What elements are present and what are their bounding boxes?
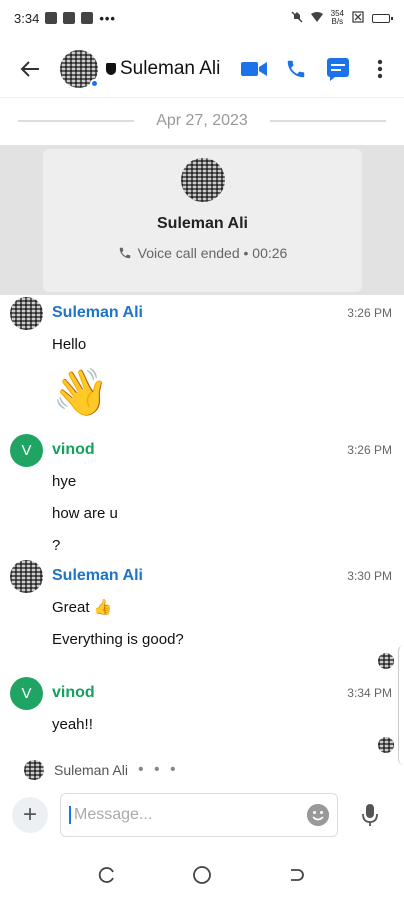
sender-name[interactable]: vinod	[52, 441, 95, 459]
sender-name[interactable]: Suleman Ali	[52, 304, 143, 322]
call-status: Voice call ended • 00:26	[118, 245, 288, 261]
recent-apps-button[interactable]	[95, 863, 119, 887]
message-time: 3:26 PM	[347, 306, 392, 320]
call-status-text: Voice call ended • 00:26	[137, 245, 288, 261]
typing-avatar	[24, 760, 44, 780]
voice-message-button[interactable]	[356, 797, 384, 833]
message-text[interactable]: Everything is good?	[0, 624, 404, 656]
chat-details-button[interactable]	[324, 55, 352, 83]
sender-name[interactable]: vinod	[52, 684, 95, 702]
message-text[interactable]: ?	[0, 530, 404, 562]
more-vertical-icon	[377, 59, 383, 78]
phone-icon	[119, 247, 130, 259]
message-icon	[327, 57, 349, 81]
network-speed: 354 B/s	[331, 10, 344, 26]
voice-call-button[interactable]	[282, 55, 310, 83]
system-back-icon	[290, 869, 304, 881]
more-options-button[interactable]	[366, 55, 394, 83]
status-bar: 3:34 ••• 354 B/s	[0, 0, 404, 36]
message-group: V vinod 3:34 PM yeah!!	[0, 676, 404, 741]
message-input-box[interactable]	[60, 793, 338, 837]
date-divider: Apr 27, 2023	[18, 112, 386, 130]
avatar[interactable]	[10, 296, 43, 330]
chat-header: Suleman Ali	[0, 40, 404, 98]
message-text[interactable]: yeah!!	[0, 709, 404, 741]
system-back-button[interactable]	[285, 863, 309, 887]
emoji-button[interactable]	[307, 804, 329, 826]
divider-line	[18, 120, 135, 122]
message-composer: +	[0, 793, 404, 837]
battery-icon	[372, 13, 393, 23]
home-circle-icon	[193, 866, 211, 884]
back-arrow-icon	[20, 60, 39, 77]
back-button[interactable]	[10, 49, 50, 89]
network-speed-unit: B/s	[331, 17, 344, 26]
scroll-handle[interactable]	[398, 645, 404, 765]
avatar[interactable]: V	[10, 433, 43, 467]
microphone-icon	[362, 804, 378, 826]
message-input[interactable]	[69, 806, 307, 824]
video-camera-icon	[241, 61, 267, 76]
message-time: 3:34 PM	[347, 686, 392, 700]
avatar[interactable]	[10, 559, 43, 593]
app-notification-icon	[63, 12, 76, 24]
system-navigation-bar	[0, 855, 404, 895]
mute-icon	[291, 11, 303, 26]
wave-emoji[interactable]: 👋	[0, 361, 404, 423]
call-summary-card[interactable]: Suleman Ali Voice call ended • 00:26	[43, 149, 362, 292]
online-status-dot	[90, 78, 99, 88]
message-text[interactable]: hye	[0, 466, 404, 498]
call-contact-name: Suleman Ali	[157, 215, 248, 232]
add-attachment-button[interactable]: +	[12, 797, 48, 833]
status-time: 3:34	[14, 10, 40, 26]
contact-name-label[interactable]: Suleman Ali	[106, 58, 220, 80]
call-avatar	[180, 158, 225, 202]
wifi-icon	[310, 11, 323, 25]
message-time: 3:30 PM	[347, 569, 392, 583]
smiley-icon	[307, 804, 329, 826]
more-notifications-indicator: •••	[99, 10, 116, 26]
notification-icon	[45, 12, 58, 24]
youtube-icon	[81, 12, 94, 24]
typing-dots: • • •	[137, 761, 179, 778]
read-receipt-avatar	[378, 653, 394, 669]
home-button[interactable]	[190, 863, 214, 887]
recents-icon	[99, 867, 115, 883]
avatar[interactable]: V	[10, 676, 43, 710]
message-group: Suleman Ali 3:30 PM Great 👍 Everything i…	[0, 559, 404, 656]
divider-line	[269, 120, 386, 122]
plus-icon: +	[22, 801, 37, 828]
typing-indicator: Suleman Ali • • •	[24, 760, 179, 780]
message-text[interactable]: Hello	[0, 329, 404, 361]
typing-name: Suleman Ali	[54, 762, 128, 778]
signal-icon	[352, 10, 364, 26]
contact-name-text: Suleman Ali	[120, 57, 221, 79]
contact-avatar[interactable]	[60, 49, 99, 88]
phone-icon	[287, 60, 305, 77]
message-text[interactable]: how are u	[0, 498, 404, 530]
read-receipt-avatar	[378, 737, 394, 753]
message-text[interactable]: Great 👍	[0, 592, 404, 624]
message-group: V vinod 3:26 PM hye how are u ?	[0, 433, 404, 562]
sender-name[interactable]: Suleman Ali	[52, 567, 143, 585]
message-time: 3:26 PM	[347, 443, 392, 457]
message-group: Suleman Ali 3:26 PM Hello 👋	[0, 296, 404, 423]
shield-icon	[106, 62, 116, 75]
date-label: Apr 27, 2023	[156, 112, 248, 129]
video-call-button[interactable]	[240, 55, 268, 83]
